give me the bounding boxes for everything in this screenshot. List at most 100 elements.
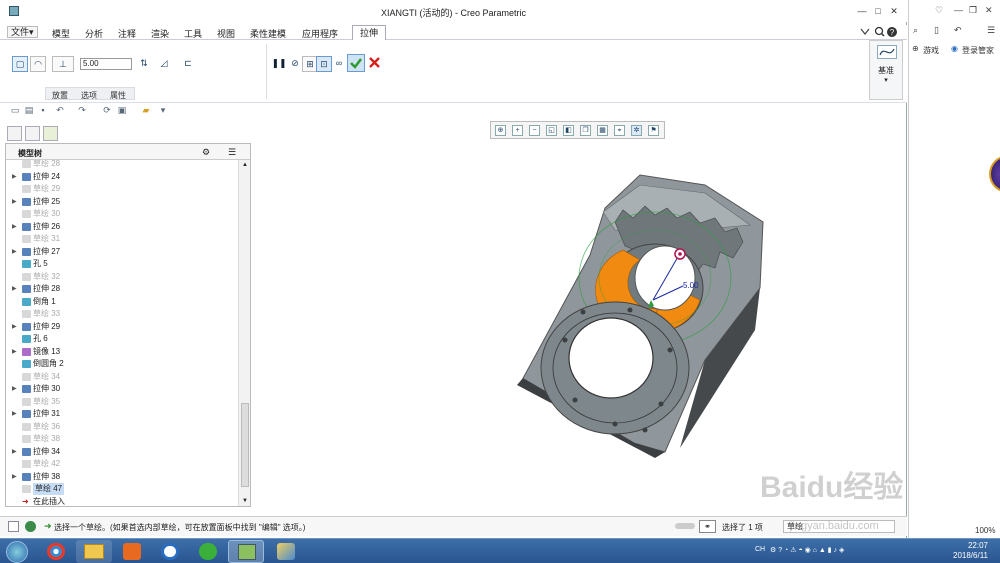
- browser-toggle-icon[interactable]: [25, 521, 36, 532]
- open-icon[interactable]: ▤: [24, 105, 34, 115]
- subtab-properties[interactable]: 属性: [110, 90, 126, 101]
- manager-link[interactable]: 登录管家: [962, 45, 994, 56]
- close-browser-icon[interactable]: ✕: [985, 5, 993, 16]
- solid-icon[interactable]: ▢: [12, 56, 28, 72]
- expand-arrow-icon[interactable]: ▶: [12, 321, 17, 333]
- thicken-icon[interactable]: ⊏: [180, 56, 196, 72]
- depth-type-icon[interactable]: ⊥: [52, 56, 74, 72]
- minimize-browser-icon[interactable]: —: [954, 5, 963, 15]
- new-icon[interactable]: ▭: [10, 105, 20, 115]
- redo-icon[interactable]: ↷: [77, 105, 87, 115]
- tab-flexible-modeling[interactable]: 柔性建模: [250, 27, 286, 40]
- tab-annotate[interactable]: 注释: [118, 27, 136, 40]
- tab-layers[interactable]: [25, 126, 40, 141]
- zoom-out-icon[interactable]: −: [529, 125, 540, 136]
- tab-tools[interactable]: 工具: [184, 27, 202, 40]
- tab-view[interactable]: 视图: [217, 27, 235, 40]
- scroll-up-icon[interactable]: ▲: [242, 162, 248, 168]
- tab-model[interactable]: 模型: [52, 27, 70, 40]
- tab-model-tree[interactable]: [7, 126, 22, 141]
- scroll-thumb[interactable]: [241, 403, 249, 487]
- minimize-button[interactable]: —: [856, 6, 868, 16]
- close-button[interactable]: ✕: [888, 6, 900, 16]
- surface-icon[interactable]: ◠: [30, 56, 46, 72]
- browser-search-icon[interactable]: ⌕: [913, 25, 918, 36]
- flip-direction-icon[interactable]: ⇅: [136, 56, 152, 72]
- windows-icon[interactable]: ▣: [117, 105, 127, 115]
- refit-icon[interactable]: ⊕: [495, 125, 506, 136]
- expand-arrow-icon[interactable]: ▶: [12, 283, 17, 295]
- tree-settings-icon[interactable]: ⚙: [202, 147, 210, 158]
- subtab-placement[interactable]: 放置: [52, 90, 68, 101]
- datum-dropdown-icon[interactable]: ▾: [870, 76, 902, 84]
- annotation-display-icon[interactable]: ⚑: [648, 125, 659, 136]
- taskbar-paint-icon[interactable]: [268, 540, 304, 563]
- tab-extrude[interactable]: 拉伸: [352, 25, 386, 41]
- depth-dimension-label[interactable]: 5.00: [683, 281, 699, 290]
- pause-icon[interactable]: ❚❚: [271, 56, 287, 72]
- menu-icon[interactable]: ☰: [987, 25, 995, 36]
- taskbar-media-icon[interactable]: [114, 540, 150, 563]
- ok-icon[interactable]: [347, 54, 365, 72]
- subtab-options[interactable]: 选项: [81, 90, 97, 101]
- expand-arrow-icon[interactable]: ▶: [12, 346, 17, 358]
- menu-file[interactable]: 文件▾: [7, 26, 38, 38]
- tab-favorites[interactable]: [43, 126, 58, 141]
- expand-arrow-icon[interactable]: ▶: [12, 221, 17, 233]
- regenerate-icon[interactable]: ⟳: [102, 105, 112, 115]
- collapse-icon[interactable]: [860, 28, 870, 35]
- browser-undo-icon[interactable]: ↶: [954, 25, 962, 36]
- scroll-down-icon[interactable]: ▼: [242, 498, 248, 504]
- tab-render[interactable]: 渲染: [151, 27, 169, 40]
- zoom-in-icon[interactable]: +: [512, 125, 523, 136]
- expand-arrow-icon[interactable]: ▶: [12, 383, 17, 395]
- selection-binoculars-icon[interactable]: ⚭: [699, 520, 716, 533]
- expand-arrow-icon[interactable]: ▶: [12, 446, 17, 458]
- perspective-icon[interactable]: ⌖: [614, 125, 625, 136]
- tab-analysis[interactable]: 分析: [85, 27, 103, 40]
- depth-input[interactable]: 5.00: [80, 58, 132, 70]
- display-style-icon[interactable]: ◧: [563, 125, 574, 136]
- taskbar-baidu-icon[interactable]: [152, 540, 188, 563]
- folder-icon[interactable]: ▰: [141, 105, 151, 115]
- taskbar-360-icon[interactable]: [190, 540, 226, 563]
- manager-icon[interactable]: ◉: [951, 44, 958, 53]
- clock[interactable]: 22:07 2018/6/11: [953, 541, 988, 561]
- verify-icon[interactable]: ∞: [331, 56, 347, 72]
- expand-arrow-icon[interactable]: ▶: [12, 246, 17, 258]
- expand-arrow-icon[interactable]: ▶: [12, 196, 17, 208]
- repaint-icon[interactable]: ◱: [546, 125, 557, 136]
- view-manager-icon[interactable]: ▦: [597, 125, 608, 136]
- no-preview-icon[interactable]: ⊘: [287, 56, 303, 72]
- maximize-button[interactable]: □: [872, 6, 884, 16]
- mobile-icon[interactable]: ▯: [934, 25, 939, 36]
- skin-icon[interactable]: ♡: [935, 5, 943, 16]
- undo-icon[interactable]: ↶: [55, 105, 65, 115]
- tree-columns-icon[interactable]: ☰: [228, 147, 236, 158]
- language-indicator[interactable]: CH: [755, 546, 765, 553]
- datum-display-icon[interactable]: ✲: [631, 125, 642, 136]
- browser-zoom[interactable]: 100%: [975, 526, 995, 535]
- customize-icon[interactable]: ▾: [158, 105, 168, 115]
- tree-scrollbar[interactable]: ▲ ▼: [238, 160, 250, 506]
- remove-material-icon[interactable]: ◿: [156, 56, 172, 72]
- expand-arrow-icon[interactable]: ▶: [12, 171, 17, 183]
- graphics-area[interactable]: 5.00: [505, 160, 775, 465]
- cancel-icon[interactable]: [368, 56, 381, 69]
- taskbar-chrome-icon[interactable]: [38, 540, 74, 563]
- floating-widget[interactable]: [989, 155, 1000, 193]
- save-icon[interactable]: ▪: [38, 105, 48, 115]
- expand-arrow-icon[interactable]: ▶: [12, 408, 17, 420]
- preview-detached-icon[interactable]: ⊡: [316, 56, 332, 72]
- expand-arrow-icon[interactable]: ▶: [12, 471, 17, 483]
- restore-browser-icon[interactable]: ❐: [969, 5, 977, 16]
- start-button[interactable]: [6, 541, 28, 563]
- saved-views-icon[interactable]: ❐: [580, 125, 591, 136]
- help-icon[interactable]: ?: [887, 27, 897, 37]
- tab-applications[interactable]: 应用程序: [302, 27, 338, 40]
- taskbar-explorer-icon[interactable]: [76, 540, 112, 563]
- search-icon[interactable]: [874, 26, 885, 37]
- game-icon[interactable]: ⊕: [912, 44, 919, 53]
- taskbar-creo-icon[interactable]: [228, 540, 264, 563]
- toggle-navigator-icon[interactable]: [8, 521, 19, 532]
